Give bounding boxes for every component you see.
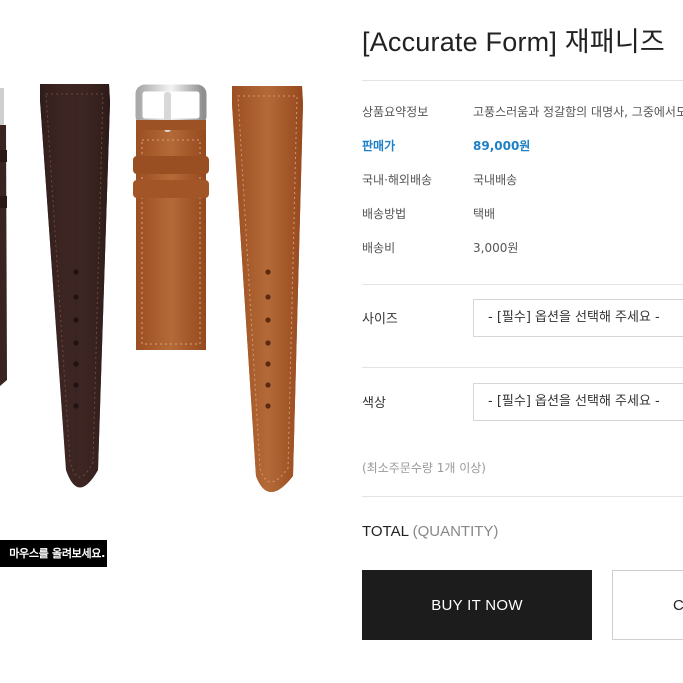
strap-tan-long <box>232 86 303 492</box>
spec-shipping-method-value: 택배 <box>473 207 496 221</box>
divider <box>362 284 683 285</box>
size-select[interactable]: - [필수] 옵션을 선택해 주세요 - <box>473 299 683 337</box>
spec-summary-label: 상품요약정보 <box>362 105 429 119</box>
spec-shipping-method-label: 배송방법 <box>362 207 407 221</box>
product-title: [Accurate Form] 재패니즈 <box>362 27 665 57</box>
spec-shipping-fee-label: 배송비 <box>362 241 396 255</box>
add-to-cart-button[interactable]: CART <box>612 570 683 640</box>
spec-price-label: 판매가 <box>362 139 396 153</box>
total-label: TOTAL <box>362 523 409 540</box>
divider <box>362 80 683 81</box>
product-detail-page: 마우스를 올려보세요. [Accurate Form] 재패니즈 상품요약정보 … <box>0 0 683 683</box>
strap-tan-buckle <box>133 84 209 350</box>
size-option-label: 사이즈 <box>362 312 398 327</box>
strap-dark-brown <box>40 84 110 488</box>
watch-strap-illustration <box>0 84 303 492</box>
strap-partial-left <box>0 88 7 386</box>
spec-shipping-scope-label: 국내·해외배송 <box>362 173 433 187</box>
color-option-label: 색상 <box>362 396 386 411</box>
color-select[interactable]: - [필수] 옵션을 선택해 주세요 - <box>473 383 683 421</box>
spec-summary-value: 고풍스러움과 정갈함의 대명사, 그중에서도 <box>473 105 683 119</box>
spec-shipping-scope-value: 국내배송 <box>473 173 518 187</box>
total-quantity-label: (QUANTITY) <box>412 523 499 540</box>
min-order-note: (최소주문수량 1개 이상) <box>362 461 486 475</box>
spec-shipping-fee-value: 3,000원 <box>473 241 519 255</box>
product-image[interactable]: 마우스를 올려보세요. <box>0 0 330 600</box>
divider <box>362 367 683 368</box>
buy-now-button[interactable]: BUY IT NOW <box>362 570 592 640</box>
image-hover-tip: 마우스를 올려보세요. <box>0 540 107 567</box>
spec-price-value: 89,000원 <box>473 139 531 153</box>
total-summary: TOTAL (QUANTITY) <box>362 523 498 540</box>
divider <box>362 496 683 497</box>
